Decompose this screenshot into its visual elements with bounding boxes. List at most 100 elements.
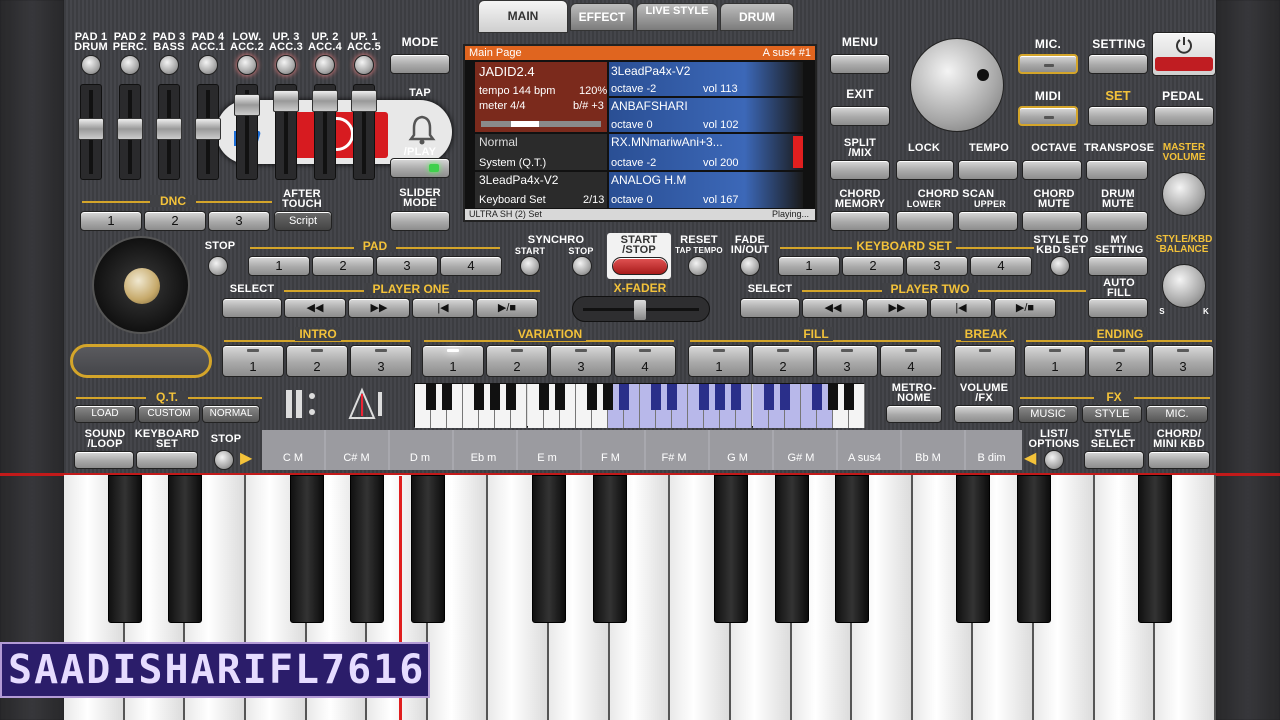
- break-1-button[interactable]: [954, 345, 1016, 377]
- volume-fx-button[interactable]: [954, 405, 1014, 423]
- pitch-icon[interactable]: [282, 386, 322, 422]
- chord-cell[interactable]: C M: [262, 430, 324, 470]
- pad-knob[interactable]: [354, 55, 374, 75]
- my-setting-button[interactable]: [1088, 256, 1148, 276]
- slider-handle[interactable]: [312, 90, 338, 112]
- mini-black-key[interactable]: [506, 384, 517, 410]
- chord-scroll-right-icon[interactable]: ▶: [240, 451, 254, 467]
- intro-1-button[interactable]: 1: [222, 345, 284, 377]
- mini-black-key[interactable]: [602, 384, 613, 410]
- fill-3-button[interactable]: 3: [816, 345, 878, 377]
- chord-scroll-left-icon[interactable]: ◀: [1024, 451, 1038, 467]
- slider-mode-button[interactable]: [390, 211, 450, 231]
- black-key[interactable]: [107, 475, 142, 623]
- keyboard-set-lower-button[interactable]: [136, 451, 198, 469]
- mini-black-key[interactable]: [715, 384, 726, 410]
- kbd-set-1-button[interactable]: 1: [778, 256, 840, 276]
- tab-main[interactable]: MAIN: [478, 0, 568, 33]
- mini-black-key[interactable]: [779, 384, 790, 410]
- black-key[interactable]: [956, 475, 991, 623]
- pad-knob[interactable]: [276, 55, 296, 75]
- player-two-select-button[interactable]: [740, 298, 800, 318]
- black-key[interactable]: [1138, 475, 1173, 623]
- chord-cell[interactable]: C# M: [326, 430, 388, 470]
- player-one-select-button[interactable]: [222, 298, 282, 318]
- dnc-1-button[interactable]: 1: [80, 211, 142, 231]
- mini-black-key[interactable]: [843, 384, 854, 410]
- kbd-set-4-button[interactable]: 4: [970, 256, 1032, 276]
- mini-black-key[interactable]: [731, 384, 742, 410]
- slider-handle[interactable]: [78, 118, 104, 140]
- fade-knob[interactable]: [740, 256, 760, 276]
- mini-black-key[interactable]: [426, 384, 437, 410]
- player-one-transport-button[interactable]: ◀◀: [284, 298, 346, 318]
- mini-black-key[interactable]: [490, 384, 501, 410]
- qt-normal-button[interactable]: NORMAL: [202, 405, 260, 423]
- intro-2-button[interactable]: 2: [286, 345, 348, 377]
- mini-black-key[interactable]: [699, 384, 710, 410]
- x-fader-handle[interactable]: [634, 300, 646, 320]
- player-one-transport-button[interactable]: ▶/■: [476, 298, 538, 318]
- dnc-2-button[interactable]: 2: [144, 211, 206, 231]
- chord-cell[interactable]: Eb m: [453, 430, 515, 470]
- pad-knob[interactable]: [120, 55, 140, 75]
- tab-drum[interactable]: DRUM: [720, 3, 794, 31]
- tab-live-style[interactable]: LIVE STYLE: [636, 3, 718, 31]
- style-select-button[interactable]: [1084, 451, 1144, 469]
- drum-mute-button[interactable]: [1086, 211, 1148, 231]
- split-mix-button[interactable]: [830, 160, 890, 180]
- exit-button[interactable]: [830, 106, 890, 126]
- chord-cell[interactable]: G# M: [770, 430, 832, 470]
- slider-handle[interactable]: [351, 90, 377, 112]
- chord-mini-kbd-button[interactable]: [1148, 451, 1210, 469]
- chord-memory-button[interactable]: [830, 211, 890, 231]
- chord-cell[interactable]: G M: [707, 430, 769, 470]
- fill-4-button[interactable]: 4: [880, 345, 942, 377]
- black-key[interactable]: [532, 475, 567, 623]
- player-one-transport-button[interactable]: |◀: [412, 298, 474, 318]
- x-fader-track[interactable]: [572, 296, 710, 322]
- black-key[interactable]: [1017, 475, 1052, 623]
- variation-1-button[interactable]: 1: [422, 345, 484, 377]
- reset-knob[interactable]: [688, 256, 708, 276]
- pad-2-button[interactable]: 2: [312, 256, 374, 276]
- mini-black-key[interactable]: [474, 384, 485, 410]
- dnc-3-button[interactable]: 3: [208, 211, 270, 231]
- black-key[interactable]: [774, 475, 809, 623]
- synchro-start-knob[interactable]: [520, 256, 540, 276]
- fx-mic-button[interactable]: MIC.: [1146, 405, 1208, 423]
- slider-handle[interactable]: [117, 118, 143, 140]
- tempo-down-button[interactable]: [958, 160, 1018, 180]
- mini-black-key[interactable]: [651, 384, 662, 410]
- list-options-knob[interactable]: [1044, 450, 1064, 470]
- mini-black-key[interactable]: [618, 384, 629, 410]
- black-key[interactable]: [835, 475, 870, 623]
- player-two-transport-button[interactable]: |◀: [930, 298, 992, 318]
- fx-music-button[interactable]: MUSIC: [1018, 405, 1078, 423]
- mini-black-key[interactable]: [538, 384, 549, 410]
- variation-4-button[interactable]: 4: [614, 345, 676, 377]
- variation-3-button[interactable]: 3: [550, 345, 612, 377]
- slider-handle[interactable]: [234, 94, 260, 116]
- kbd-set-3-button[interactable]: 3: [906, 256, 968, 276]
- style-to-kbd-knob[interactable]: [1050, 256, 1070, 276]
- ending-2-button[interactable]: 2: [1088, 345, 1150, 377]
- black-key[interactable]: [592, 475, 627, 623]
- style-kbd-balance-knob[interactable]: [1162, 264, 1206, 308]
- intro-3-button[interactable]: 3: [350, 345, 412, 377]
- chord-scan-upper-button[interactable]: [958, 211, 1018, 231]
- script-button[interactable]: Script: [274, 211, 332, 231]
- player-one-transport-button[interactable]: ▶▶: [348, 298, 410, 318]
- mini-black-key[interactable]: [586, 384, 597, 410]
- mini-black-key[interactable]: [827, 384, 838, 410]
- mini-black-key[interactable]: [554, 384, 565, 410]
- menu-button[interactable]: [830, 54, 890, 74]
- tab-effect[interactable]: EFFECT: [570, 3, 634, 31]
- black-key[interactable]: [350, 475, 385, 623]
- pad-stop-knob[interactable]: [208, 256, 228, 276]
- transpose-button[interactable]: [1086, 160, 1148, 180]
- chord-cell[interactable]: F# M: [643, 430, 705, 470]
- main-dial-knob[interactable]: [910, 38, 1004, 132]
- metronome-button[interactable]: [886, 405, 942, 423]
- master-volume-knob[interactable]: [1162, 172, 1206, 216]
